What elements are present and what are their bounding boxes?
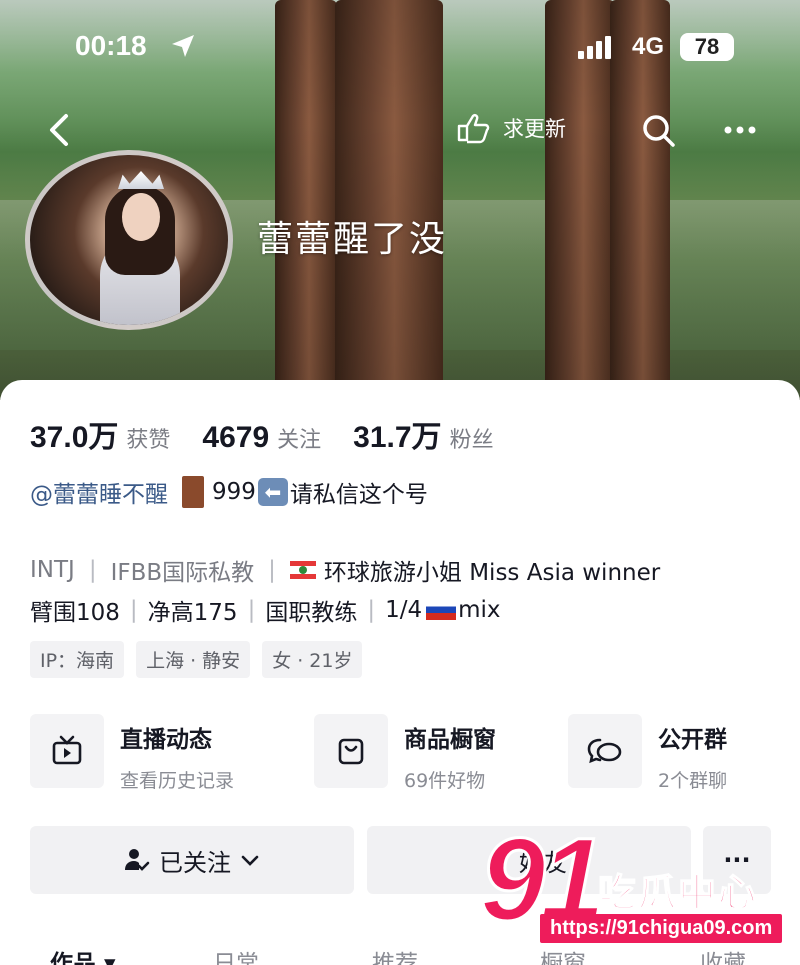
bag-icon xyxy=(338,738,364,765)
russia-flag-icon xyxy=(426,600,457,620)
bio-mix: mix xyxy=(458,597,501,623)
profile-stats: 37.0万 获赞 4679 关注 31.7万 粉丝 xyxy=(30,412,526,456)
linked-account-note: 请私信这个号 xyxy=(289,482,428,508)
stat-following[interactable]: 4679 关注 xyxy=(202,421,321,455)
feature-icon-box xyxy=(314,714,388,788)
watermark-url: https://91chigua09.com xyxy=(540,914,783,943)
chat-icon xyxy=(587,738,622,764)
bio-ratio: 1/4 xyxy=(385,597,423,623)
stat-number: 4679 xyxy=(202,421,270,454)
feature-title: 公开群 xyxy=(658,727,727,753)
tab-works[interactable]: 作品 ▾ xyxy=(50,944,116,965)
battery-level: 78 xyxy=(680,33,734,61)
separator: | xyxy=(268,557,276,583)
separator: | xyxy=(247,597,256,623)
separator: | xyxy=(88,557,97,583)
location-arrow-icon xyxy=(172,35,194,57)
feature-group[interactable]: 公开群 2个群聊 xyxy=(568,714,727,793)
avatar[interactable] xyxy=(25,150,233,330)
stat-likes[interactable]: 37.0万 获赞 xyxy=(30,412,170,456)
hand-point-icon xyxy=(457,114,490,144)
tag-gender-age: 女 · 21岁 xyxy=(262,641,363,678)
request-update-label: 求更新 xyxy=(503,117,566,141)
separator: | xyxy=(367,597,376,623)
stat-followers[interactable]: 31.7万 粉丝 xyxy=(353,412,493,456)
bio-line-1: INTJ | IFBB国际私教 | 环球旅游小姐 Miss Asia winne… xyxy=(30,553,660,587)
back-chevron-icon[interactable] xyxy=(40,110,80,150)
feature-title: 直播动态 xyxy=(120,727,212,753)
bio-coach: 国职教练 xyxy=(265,600,358,626)
linked-account-number: 999 xyxy=(212,479,256,505)
stat-label: 粉丝 xyxy=(449,428,494,453)
feature-live[interactable]: 直播动态 查看历史记录 xyxy=(30,714,234,793)
user-check-icon xyxy=(125,849,150,871)
lebanon-flag-icon xyxy=(289,561,316,579)
emoji-block-icon xyxy=(182,476,204,508)
search-icon[interactable] xyxy=(638,110,680,152)
avatar-face xyxy=(122,193,160,241)
crown-icon xyxy=(118,171,164,189)
signal-strength-icon xyxy=(578,36,611,59)
bio-mbti: INTJ xyxy=(30,557,75,583)
tab-label: 作品 xyxy=(50,951,96,965)
bio-title: 环球旅游小姐 Miss Asia winner xyxy=(323,560,661,586)
feature-icon-box xyxy=(30,714,104,788)
feature-shop[interactable]: 商品橱窗 69件好物 xyxy=(314,714,496,793)
more-options-icon[interactable] xyxy=(720,118,760,142)
stat-label: 关注 xyxy=(277,428,322,453)
bio-height: 净高175 xyxy=(147,600,238,626)
linked-account-line: @蕾蕾睡不醒 999 ⬅ 请私信这个号 xyxy=(30,475,428,509)
following-label: 已关注 xyxy=(159,848,231,877)
request-update-button[interactable]: 求更新 xyxy=(455,112,566,144)
watermark-title: 吃瓜中心 xyxy=(597,870,759,916)
left-arrow-icon: ⬅ xyxy=(257,478,288,506)
chevron-down-icon xyxy=(241,855,259,866)
tag-location: 上海 · 静安 xyxy=(136,641,251,678)
tab-daily[interactable]: 日常 xyxy=(213,944,259,965)
feature-subtitle: 69件好物 xyxy=(404,770,486,792)
stat-label: 获赞 xyxy=(126,428,171,453)
profile-nickname: 蕾蕾醒了没 xyxy=(257,219,448,260)
feature-subtitle: 2个群聊 xyxy=(658,770,728,792)
bio-cert: IFBB国际私教 xyxy=(110,560,255,586)
feature-icon-box xyxy=(568,714,642,788)
tab-recommend[interactable]: 推荐 xyxy=(372,944,418,965)
feature-subtitle: 查看历史记录 xyxy=(120,770,235,792)
bio-arm: 臂围108 xyxy=(30,600,120,626)
tag-ip: IP：海南 xyxy=(30,641,125,678)
separator: | xyxy=(129,597,138,623)
stat-number: 37.0万 xyxy=(30,421,119,454)
network-type: 4G xyxy=(632,33,665,60)
bio-line-2: 臂围108 | 净高175 | 国职教练 | 1/4 mix xyxy=(30,593,500,627)
linked-account-link[interactable]: @蕾蕾睡不醒 xyxy=(30,475,168,509)
following-button[interactable]: 已关注 xyxy=(30,826,354,894)
profile-tags: IP：海南 上海 · 静安 女 · 21岁 xyxy=(30,641,363,678)
status-time: 00:18 xyxy=(75,30,147,61)
stat-number: 31.7万 xyxy=(353,421,442,454)
feature-title: 商品橱窗 xyxy=(404,727,496,753)
watermark: 91 吃瓜中心 https://91chigua09.com xyxy=(478,819,800,965)
tv-icon xyxy=(52,735,82,765)
